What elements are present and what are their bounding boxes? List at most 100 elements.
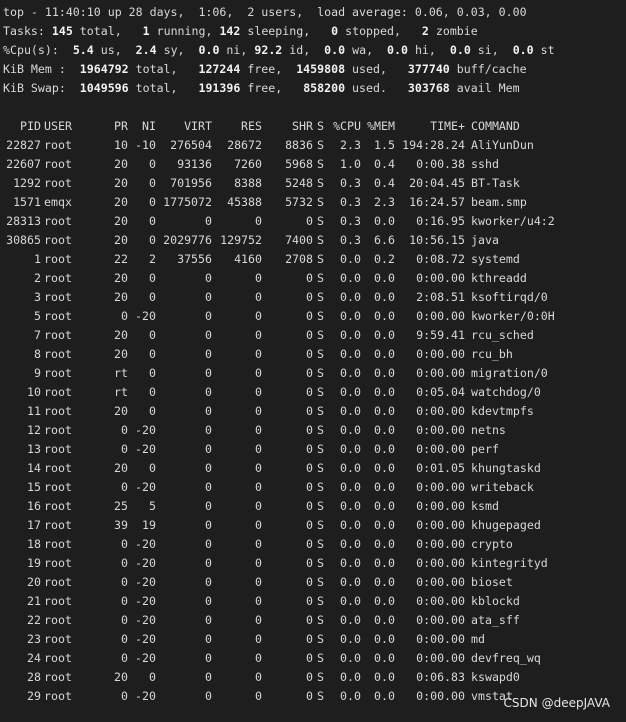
res-cell: 0 (255, 442, 262, 456)
process-row[interactable]: 2 root 20 0 0 0 0 S 0.0 0.0 0:00.00 kthreadd (3, 269, 623, 288)
process-row[interactable]: 12 root 0 -20 0 0 0 S 0.0 0.0 0:00.00 netns (3, 421, 623, 440)
process-row[interactable]: 3 root 20 0 0 0 0 S 0.0 0.0 2:08.51 ksoftirqd/0 (3, 288, 623, 307)
process-row[interactable]: 5 root 0 -20 0 0 0 S 0.0 0.0 0:00.00 kworker/0:0H (3, 307, 623, 326)
virt-cell: 0 (205, 385, 212, 399)
cpu-cell: 0.0 (340, 461, 361, 475)
process-row[interactable]: 18 root 0 -20 0 0 0 S 0.0 0.0 0:00.00 crypto (3, 535, 623, 554)
res-cell: 0 (255, 347, 262, 361)
process-row[interactable]: 1292 root 20 0 701956 8388 5248 S 0.3 0.4 20:04.45… (3, 174, 623, 193)
process-row[interactable]: 20 root 0 -20 0 0 0 S 0.0 0.0 0:00.00 bioset (3, 573, 623, 592)
time-cell: 0:05.04 (416, 385, 465, 399)
process-row[interactable]: 22 root 0 -20 0 0 0 S 0.0 0.0 0:00.00 ata_sff (3, 611, 623, 630)
pid-cell: 5 (34, 309, 41, 323)
cpu-cell: 0.0 (340, 670, 361, 684)
state-cell: S (317, 632, 324, 646)
user-cell: root (44, 328, 72, 342)
process-table-header: PID USER PR NI VIRT RES SHR S %CPU %MEM TIME+ COMMA… (3, 117, 623, 136)
time-cell: 0:00.00 (416, 347, 465, 361)
pr-cell: 20 (114, 195, 128, 209)
ni-cell: -20 (135, 442, 156, 456)
process-row[interactable]: 8 root 20 0 0 0 0 S 0.0 0.0 0:00.00 rcu_bh (3, 345, 623, 364)
pid-cell: 28 (27, 670, 41, 684)
mem-cell: 0.0 (374, 556, 395, 570)
process-row[interactable]: 24 root 0 -20 0 0 0 S 0.0 0.0 0:00.00 devfreq_wq (3, 649, 623, 668)
ni-cell: -20 (135, 594, 156, 608)
process-row[interactable]: 13 root 0 -20 0 0 0 S 0.0 0.0 0:00.00 perf (3, 440, 623, 459)
ni-cell: 0 (149, 195, 156, 209)
mem-cell: 0.0 (374, 689, 395, 703)
res-cell: 0 (255, 670, 262, 684)
ni-cell: 0 (149, 328, 156, 342)
state-cell: S (317, 404, 324, 418)
pid-cell: 22827 (6, 138, 41, 152)
process-row[interactable]: 28 root 20 0 0 0 0 S 0.0 0.0 0:06.83 kswapd0 (3, 668, 623, 687)
pr-cell: 0 (121, 309, 128, 323)
process-row[interactable]: 15 root 0 -20 0 0 0 S 0.0 0.0 0:00.00 writeback (3, 478, 623, 497)
res-cell: 0 (255, 480, 262, 494)
shr-cell: 0 (306, 651, 313, 665)
cpu-cell: 0.3 (340, 214, 361, 228)
command-cell: rcu_bh (471, 347, 513, 361)
process-row[interactable]: 23 root 0 -20 0 0 0 S 0.0 0.0 0:00.00 md (3, 630, 623, 649)
process-row[interactable]: 17 root 39 19 0 0 0 S 0.0 0.0 0:00.00 khugepaged (3, 516, 623, 535)
shr-cell: 0 (306, 442, 313, 456)
mem-cell: 6.6 (374, 233, 395, 247)
cpu-cell: 0.0 (340, 423, 361, 437)
process-row[interactable]: 22827 root 10 -10 276504 28672 8836 S 2.3 1.5 194:… (3, 136, 623, 155)
pr-cell: 10 (114, 138, 128, 152)
virt-cell: 0 (205, 442, 212, 456)
pid-cell: 20 (27, 575, 41, 589)
process-row[interactable]: 9 root rt 0 0 0 0 S 0.0 0.0 0:00.00 migration/0 (3, 364, 623, 383)
ni-cell: 0 (149, 385, 156, 399)
command-cell: kthreadd (471, 271, 527, 285)
ni-cell: 0 (149, 366, 156, 380)
shr-cell: 0 (306, 290, 313, 304)
time-cell: 0:00.00 (416, 423, 465, 437)
process-row[interactable]: 10 root rt 0 0 0 0 S 0.0 0.0 0:05.04 watchdog/0 (3, 383, 623, 402)
mem-cell: 0.0 (374, 309, 395, 323)
command-cell: ksmd (471, 499, 499, 513)
terminal-window[interactable]: top - 11:40:10 up 28 days, 1:06, 2 users… (0, 0, 626, 722)
user-column-header: USER (44, 119, 72, 133)
command-cell: systemd (471, 252, 520, 266)
res-cell: 0 (255, 404, 262, 418)
process-row[interactable]: 1571 emqx 20 0 1775072 45388 5732 S 0.3 2.3 16:24.… (3, 193, 623, 212)
res-cell: 0 (255, 423, 262, 437)
virt-column-header: VIRT (184, 119, 212, 133)
res-cell: 0 (255, 309, 262, 323)
virt-cell: 0 (205, 518, 212, 532)
pr-cell: 20 (114, 328, 128, 342)
shr-cell: 0 (306, 480, 313, 494)
pr-cell: 20 (114, 233, 128, 247)
pr-cell: 0 (121, 423, 128, 437)
virt-cell: 276504 (170, 138, 212, 152)
mem-cell: 0.0 (374, 366, 395, 380)
process-row[interactable]: 16 root 25 5 0 0 0 S 0.0 0.0 0:00.00 ksmd (3, 497, 623, 516)
process-row[interactable]: 19 root 0 -20 0 0 0 S 0.0 0.0 0:00.00 kintegrityd (3, 554, 623, 573)
process-row[interactable]: 22607 root 20 0 93136 7260 5968 S 1.0 0.4 0:00.38 s… (3, 155, 623, 174)
state-cell: S (317, 195, 324, 209)
virt-cell: 0 (205, 670, 212, 684)
res-cell: 28672 (227, 138, 262, 152)
process-row[interactable]: 30865 root 20 0 2029776 129752 7400 S 0.3 6.6 10:5… (3, 231, 623, 250)
process-row[interactable]: 7 root 20 0 0 0 0 S 0.0 0.0 9:59.41 rcu_sched (3, 326, 623, 345)
tasks-line: Tasks: 145 total, 1 running, 142 sleepin… (3, 24, 478, 38)
shr-cell: 0 (306, 347, 313, 361)
user-cell: root (44, 252, 72, 266)
command-cell: kswapd0 (471, 670, 520, 684)
shr-cell: 5968 (285, 157, 313, 171)
user-cell: root (44, 575, 72, 589)
ni-cell: 0 (149, 157, 156, 171)
ni-cell: 0 (149, 233, 156, 247)
user-cell: root (44, 385, 72, 399)
res-cell: 0 (255, 290, 262, 304)
process-row[interactable]: 14 root 20 0 0 0 0 S 0.0 0.0 0:01.05 khungtaskd (3, 459, 623, 478)
command-cell: sshd (471, 157, 499, 171)
process-row[interactable]: 21 root 0 -20 0 0 0 S 0.0 0.0 0:00.00 kblockd (3, 592, 623, 611)
process-row[interactable]: 28313 root 20 0 0 0 0 S 0.3 0.0 0:16.95 kworker/u4:… (3, 212, 623, 231)
process-row[interactable]: 1 root 22 2 37556 4160 2708 S 0.0 0.2 0:08.72 syste… (3, 250, 623, 269)
process-row[interactable]: 11 root 20 0 0 0 0 S 0.0 0.0 0:00.00 kdevtmpfs (3, 402, 623, 421)
mem-cell: 0.0 (374, 613, 395, 627)
ni-cell: -20 (135, 632, 156, 646)
user-cell: root (44, 423, 72, 437)
